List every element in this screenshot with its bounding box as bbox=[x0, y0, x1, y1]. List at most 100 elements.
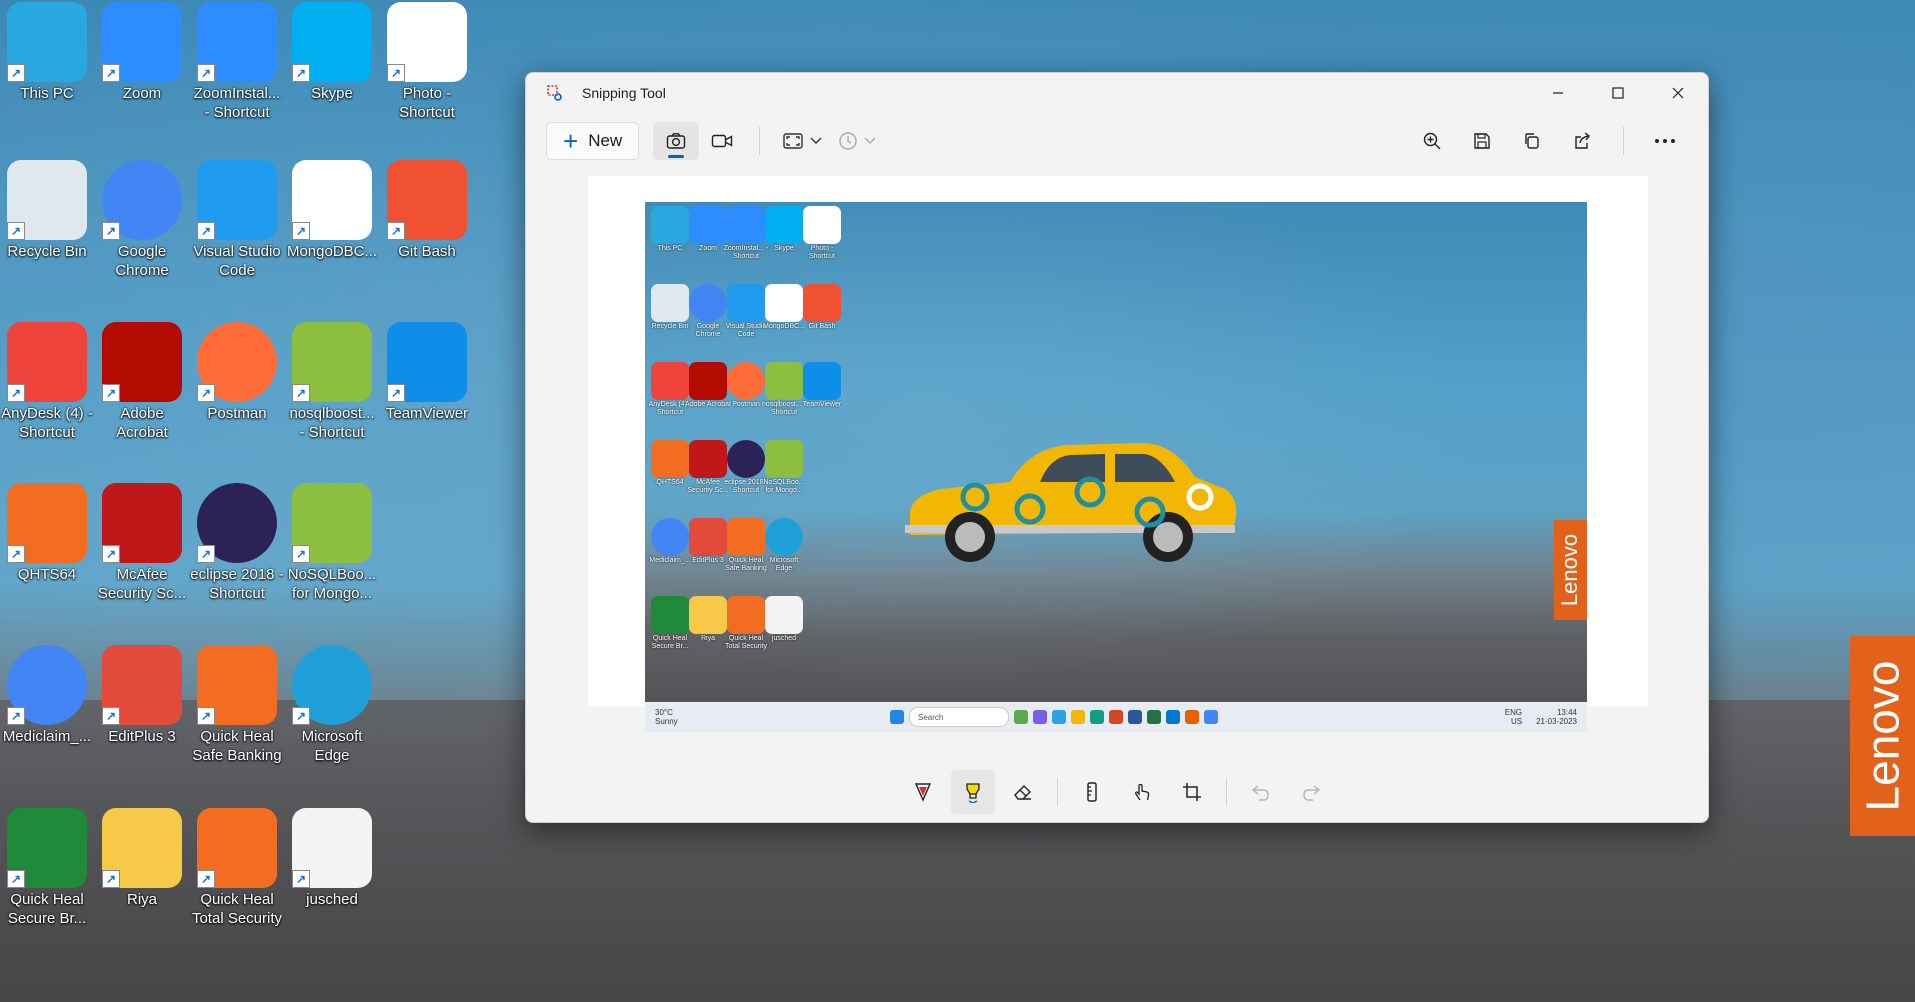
desktop-icon-label: Mediclaim_... bbox=[2, 728, 92, 745]
video-mode-button[interactable] bbox=[699, 122, 745, 160]
more-icon bbox=[1655, 139, 1675, 143]
secure-browser-icon: ↗ bbox=[7, 808, 87, 888]
desktop-icon[interactable]: ↗ Quick Heal Safe Banking bbox=[190, 645, 284, 795]
taskbar-app-icon bbox=[1052, 710, 1066, 724]
close-button[interactable] bbox=[1648, 73, 1708, 113]
desktop-icon[interactable]: ↗ Zoom bbox=[95, 2, 189, 152]
share-button[interactable] bbox=[1559, 122, 1605, 160]
desktop-icon[interactable]: ↗ Recycle Bin bbox=[0, 160, 94, 310]
shortcut-arrow-icon: ↗ bbox=[292, 707, 310, 725]
preview-system-tray: ENG US 13:44 21-03-2023 bbox=[1504, 708, 1577, 726]
desktop-icon[interactable]: ↗ TeamViewer bbox=[380, 322, 474, 472]
captured-screenshot-preview[interactable]: This PC Zoom ZoomInstal... - Shortcut Skype… bbox=[645, 202, 1587, 732]
save-button[interactable] bbox=[1459, 122, 1505, 160]
redo-button[interactable] bbox=[1289, 770, 1333, 814]
desktop-icon[interactable]: ↗ QHTS64 bbox=[0, 483, 94, 633]
shortcut-arrow-icon: ↗ bbox=[292, 222, 310, 240]
ruler-button[interactable] bbox=[1070, 770, 1114, 814]
preview-desktop-icon: NoSQLBoo... for Mongo... bbox=[761, 440, 807, 495]
touch-writing-button[interactable] bbox=[1120, 770, 1164, 814]
preview-desktop-icons: This PC Zoom ZoomInstal... - Shortcut Skype… bbox=[645, 202, 885, 662]
chevron-down-icon bbox=[810, 137, 822, 144]
desktop-icon[interactable]: ↗ MongoDBC... bbox=[285, 160, 379, 310]
desktop-icon[interactable]: ↗ Mediclaim_... bbox=[0, 645, 94, 795]
editplus-icon bbox=[689, 518, 727, 556]
desktop-icon[interactable]: ↗ Adobe Acrobat bbox=[95, 322, 189, 472]
eraser-button[interactable] bbox=[1001, 770, 1045, 814]
skype-icon bbox=[765, 206, 803, 244]
desktop-icon[interactable]: ↗ NoSQLBoo... for Mongo... bbox=[285, 483, 379, 633]
taskbar-app-icon bbox=[1109, 710, 1123, 724]
preview-icon-label: TeamViewer bbox=[802, 401, 842, 408]
shortcut-arrow-icon: ↗ bbox=[197, 222, 215, 240]
folder-icon bbox=[689, 596, 727, 634]
desktop-icon[interactable]: ↗ Photo - Shortcut bbox=[380, 2, 474, 152]
preview-icon-label: Microsoft Edge bbox=[769, 557, 799, 572]
shortcut-arrow-icon: ↗ bbox=[292, 64, 310, 82]
desktop-icon[interactable]: ↗ Visual Studio Code bbox=[190, 160, 284, 310]
lenovo-brand-tag: Lenovo bbox=[1850, 636, 1915, 836]
desktop-icon[interactable]: ↗ AnyDesk (4) - Shortcut bbox=[0, 322, 94, 472]
title-bar[interactable]: Snipping Tool bbox=[526, 73, 1708, 113]
maximize-button[interactable] bbox=[1588, 73, 1648, 113]
desktop-icon[interactable]: ↗ Quick Heal Secure Br... bbox=[0, 808, 94, 958]
skype-icon: ↗ bbox=[292, 2, 372, 82]
desktop-icon-label: Riya bbox=[126, 891, 157, 908]
camera-icon bbox=[667, 133, 686, 149]
highlighter-button[interactable] bbox=[951, 770, 995, 814]
desktop-icon[interactable]: ↗ Postman bbox=[190, 322, 284, 472]
desktop-icon[interactable]: ↗ eclipse 2018 - Shortcut bbox=[190, 483, 284, 633]
more-options-button[interactable] bbox=[1642, 122, 1688, 160]
taskbar-app-icon bbox=[1128, 710, 1142, 724]
desktop-icon[interactable]: ↗ ZoomInstal... - Shortcut bbox=[190, 2, 284, 152]
crop-button[interactable] bbox=[1170, 770, 1214, 814]
acrobat-icon: ↗ bbox=[102, 322, 182, 402]
desktop-icon[interactable]: ↗ Riya bbox=[95, 808, 189, 958]
eraser-icon bbox=[1014, 785, 1031, 800]
desktop-icon[interactable]: ↗ nosqlboost... - Shortcut bbox=[285, 322, 379, 472]
edge-icon: ↗ bbox=[292, 645, 372, 725]
shortcut-arrow-icon: ↗ bbox=[102, 384, 120, 402]
shortcut-arrow-icon: ↗ bbox=[197, 64, 215, 82]
desktop-icon[interactable]: ↗ Git Bash bbox=[380, 160, 474, 310]
shortcut-arrow-icon: ↗ bbox=[387, 222, 405, 240]
desktop-icon-label: EditPlus 3 bbox=[108, 728, 176, 745]
chrome-profile-icon bbox=[651, 518, 689, 556]
desktop-icon[interactable]: ↗ jusched bbox=[285, 808, 379, 958]
snip-toolbar: + New bbox=[526, 113, 1708, 169]
file-icon bbox=[765, 596, 803, 634]
shortcut-arrow-icon: ↗ bbox=[102, 870, 120, 888]
shortcut-arrow-icon: ↗ bbox=[102, 707, 120, 725]
taskbar-app-icon bbox=[1090, 710, 1104, 724]
zoom-button[interactable] bbox=[1409, 122, 1455, 160]
desktop-icon[interactable]: ↗ McAfee Security Sc... bbox=[95, 483, 189, 633]
desktop-icon-label: ZoomInstal... - Shortcut bbox=[193, 85, 281, 121]
edge-icon bbox=[765, 518, 803, 556]
clock-icon bbox=[839, 132, 857, 150]
chrome-icon: ↗ bbox=[102, 160, 182, 240]
delay-dropdown[interactable] bbox=[830, 122, 884, 160]
postman-icon: ↗ bbox=[197, 322, 277, 402]
chrome-profile-icon: ↗ bbox=[7, 645, 87, 725]
desktop-icon[interactable]: ↗ Quick Heal Total Security bbox=[190, 808, 284, 958]
git-bash-icon bbox=[803, 284, 841, 322]
minimize-icon bbox=[1553, 92, 1563, 94]
snip-shape-dropdown[interactable] bbox=[774, 122, 830, 160]
desktop-icon[interactable]: ↗ This PC bbox=[0, 2, 94, 152]
folder-icon: ↗ bbox=[102, 808, 182, 888]
markup-divider bbox=[1226, 778, 1227, 806]
undo-button[interactable] bbox=[1239, 770, 1283, 814]
copy-button[interactable] bbox=[1509, 122, 1555, 160]
new-snip-button[interactable]: + New bbox=[546, 122, 640, 160]
desktop-icon[interactable]: ↗ Google Chrome bbox=[95, 160, 189, 310]
desktop-icon[interactable]: ↗ Skype bbox=[285, 2, 379, 152]
screenshot-mode-button[interactable] bbox=[653, 122, 700, 160]
ballpoint-pen-icon bbox=[914, 783, 932, 802]
chevron-down-icon bbox=[864, 137, 876, 144]
desktop-icon[interactable]: ↗ Microsoft Edge bbox=[285, 645, 379, 795]
vscode-icon: ↗ bbox=[197, 160, 277, 240]
desktop-icon[interactable]: ↗ EditPlus 3 bbox=[95, 645, 189, 795]
minimize-button[interactable] bbox=[1528, 73, 1588, 113]
ballpoint-pen-button[interactable] bbox=[901, 770, 945, 814]
video-camera-icon bbox=[712, 134, 733, 148]
